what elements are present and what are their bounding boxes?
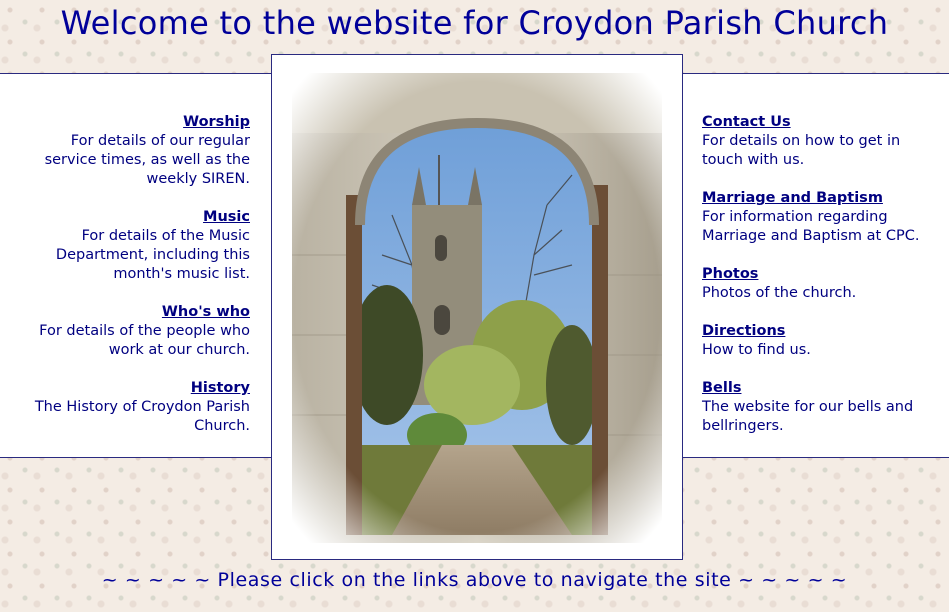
photos-link[interactable]: Photos bbox=[702, 265, 942, 284]
directions-description: How to find us. bbox=[702, 342, 811, 358]
contact-us-link[interactable]: Contact Us bbox=[702, 113, 942, 132]
bells-description: The website for our bells and bellringer… bbox=[702, 399, 914, 434]
photos-description: Photos of the church. bbox=[702, 285, 857, 301]
right-nav-column: Contact Us For details on how to get in … bbox=[702, 113, 942, 455]
directions-link[interactable]: Directions bbox=[702, 322, 942, 341]
nav-item-photos: Photos Photos of the church. bbox=[702, 265, 942, 303]
music-description: For details of the Music Department, inc… bbox=[55, 228, 250, 282]
nav-item-bells: Bells The website for our bells and bell… bbox=[702, 379, 942, 436]
nav-item-whos-who: Who's who For details of the people who … bbox=[20, 303, 250, 360]
left-nav-column: Worship For details of our regular servi… bbox=[20, 113, 250, 455]
marriage-baptism-link[interactable]: Marriage and Baptism bbox=[702, 189, 942, 208]
bells-link[interactable]: Bells bbox=[702, 379, 942, 398]
nav-item-worship: Worship For details of our regular servi… bbox=[20, 113, 250, 189]
nav-item-marriage-baptism: Marriage and Baptism For information reg… bbox=[702, 189, 942, 246]
church-archway-photo bbox=[271, 54, 683, 560]
navigation-hint: ~ ~ ~ ~ ~ Please click on the links abov… bbox=[101, 569, 848, 591]
worship-description: For details of our regular service times… bbox=[44, 133, 250, 187]
history-description: The History of Croydon Parish Church. bbox=[34, 399, 250, 434]
music-link[interactable]: Music bbox=[20, 208, 250, 227]
nav-item-music: Music For details of the Music Departmen… bbox=[20, 208, 250, 284]
worship-link[interactable]: Worship bbox=[20, 113, 250, 132]
history-link[interactable]: History bbox=[20, 379, 250, 398]
nav-item-history: History The History of Croydon Parish Ch… bbox=[20, 379, 250, 436]
nav-item-contact-us: Contact Us For details on how to get in … bbox=[702, 113, 942, 170]
page-title: Welcome to the website for Croydon Paris… bbox=[60, 4, 889, 42]
whos-who-description: For details of the people who work at ou… bbox=[39, 323, 250, 358]
contact-us-description: For details on how to get in touch with … bbox=[702, 133, 901, 168]
whos-who-link[interactable]: Who's who bbox=[20, 303, 250, 322]
marriage-baptism-description: For information regarding Marriage and B… bbox=[702, 209, 920, 244]
nav-item-directions: Directions How to find us. bbox=[702, 322, 942, 360]
